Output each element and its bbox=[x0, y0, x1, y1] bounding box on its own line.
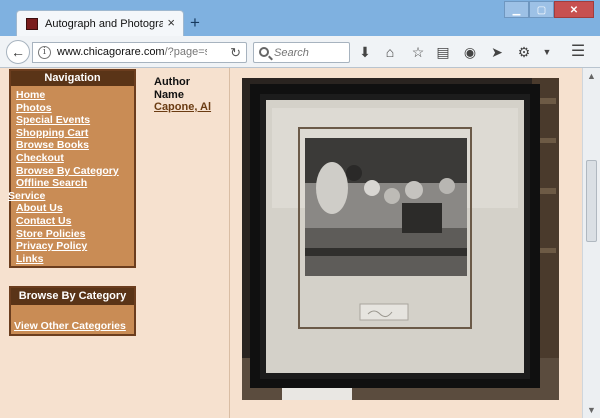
pocket-icon[interactable]: ◉ bbox=[461, 43, 479, 61]
author-info: Author Name Capone, Al bbox=[154, 76, 211, 114]
category-title: Browse By Category bbox=[11, 288, 134, 305]
column-divider bbox=[229, 68, 230, 418]
chevron-down-icon[interactable]: ▼ bbox=[538, 43, 556, 61]
browser-tab[interactable]: Autograph and Photograph × bbox=[16, 10, 184, 38]
nav-item-privacy-policy: Privacy Policy bbox=[16, 240, 134, 253]
nav-item-shopping-cart: Shopping Cart bbox=[16, 127, 134, 140]
tab-title: Autograph and Photograph bbox=[45, 18, 163, 30]
nav-link-home[interactable]: Home bbox=[16, 89, 45, 101]
nav-item-links: Links bbox=[16, 253, 134, 266]
nav-item-store-policies: Store Policies bbox=[16, 228, 134, 241]
clipboard-icon[interactable]: ▤ bbox=[434, 43, 452, 61]
page-content: Navigation Home Photos Special Events Sh… bbox=[0, 68, 582, 418]
name-label: Name bbox=[154, 88, 184, 101]
download-icon[interactable]: ⬇ bbox=[356, 43, 374, 61]
nav-item-browse-by-category: Browse By Category bbox=[16, 165, 134, 178]
category-box: Browse By Category View Other Categories bbox=[9, 286, 136, 336]
site-info-icon[interactable]: i bbox=[38, 46, 51, 59]
nav-link-special-events[interactable]: Special Events bbox=[16, 114, 90, 126]
search-input[interactable] bbox=[274, 45, 346, 60]
view-other-categories-link[interactable]: View Other Categories bbox=[14, 320, 126, 332]
author-label: Author bbox=[154, 76, 191, 88]
extension-icon[interactable]: ⚙ bbox=[515, 43, 533, 61]
search-icon bbox=[259, 47, 269, 57]
nav-item-checkout: Checkout bbox=[16, 152, 134, 165]
nav-link-about-us[interactable]: About Us bbox=[16, 202, 63, 214]
nav-item-service: Service bbox=[8, 190, 134, 203]
scroll-down-icon[interactable]: ▼ bbox=[587, 405, 596, 415]
author-name-link[interactable]: Capone, Al bbox=[154, 101, 211, 113]
nav-link-service[interactable]: Service bbox=[8, 190, 45, 202]
nav-link-contact-us[interactable]: Contact Us bbox=[16, 215, 71, 227]
nav-item-home: Home bbox=[16, 89, 134, 102]
address-bar[interactable]: i www.chicagorare.com/?page=sho ↻ bbox=[32, 42, 247, 63]
nav-link-shopping-cart[interactable]: Shopping Cart bbox=[16, 127, 88, 139]
nav-item-special-events: Special Events bbox=[16, 114, 134, 127]
nav-link-links[interactable]: Links bbox=[16, 253, 43, 265]
send-icon[interactable]: ➤ bbox=[488, 43, 506, 61]
star-icon[interactable]: ☆ bbox=[409, 43, 427, 61]
nav-item-contact-us: Contact Us bbox=[16, 215, 134, 228]
navigation-title: Navigation bbox=[11, 71, 134, 86]
close-window-button[interactable]: ✕ bbox=[554, 1, 594, 18]
browser-toolbar: ← i www.chicagorare.com/?page=sho ↻ ⬇ ⌂ … bbox=[0, 36, 600, 68]
hamburger-menu-icon[interactable]: ☰ bbox=[569, 43, 587, 61]
minimize-button[interactable]: ▁ bbox=[504, 1, 529, 18]
framed-photograph-image bbox=[242, 78, 559, 400]
window-controls: ▁ ▢ ✕ bbox=[504, 1, 594, 19]
url-domain: www.chicagorare.com bbox=[57, 46, 165, 58]
nav-item-about-us: About Us bbox=[16, 202, 134, 215]
url-path: /?page=sho bbox=[164, 46, 207, 58]
nav-item-offline-search: Offline Search bbox=[16, 177, 134, 190]
navigation-list: Home Photos Special Events Shopping Cart… bbox=[8, 86, 134, 266]
scroll-thumb[interactable] bbox=[586, 160, 597, 242]
url-text[interactable]: www.chicagorare.com/?page=sho bbox=[57, 46, 207, 58]
scroll-up-icon[interactable]: ▲ bbox=[587, 71, 596, 81]
nav-link-store-policies[interactable]: Store Policies bbox=[16, 228, 85, 240]
search-box[interactable] bbox=[253, 42, 350, 63]
maximize-button[interactable]: ▢ bbox=[529, 1, 554, 18]
nav-link-privacy-policy[interactable]: Privacy Policy bbox=[16, 240, 87, 252]
nav-item-browse-books: Browse Books bbox=[16, 139, 134, 152]
reload-icon[interactable]: ↻ bbox=[230, 45, 241, 60]
back-arrow-icon[interactable]: ← bbox=[6, 40, 30, 64]
nav-link-browse-by-category[interactable]: Browse By Category bbox=[16, 165, 119, 177]
tab-close-icon[interactable]: × bbox=[167, 16, 175, 30]
nav-item-photos: Photos bbox=[16, 102, 134, 115]
nav-link-browse-books[interactable]: Browse Books bbox=[16, 139, 89, 151]
navigation-box: Navigation Home Photos Special Events Sh… bbox=[8, 69, 136, 268]
home-icon[interactable]: ⌂ bbox=[381, 43, 399, 61]
nav-link-offline-search[interactable]: Offline Search bbox=[16, 177, 87, 189]
title-bar: Autograph and Photograph × + ▁ ▢ ✕ bbox=[0, 0, 600, 38]
product-photo bbox=[242, 78, 559, 400]
nav-link-photos[interactable]: Photos bbox=[16, 102, 52, 114]
nav-link-checkout[interactable]: Checkout bbox=[16, 152, 64, 164]
vertical-scrollbar[interactable]: ▲ ▼ bbox=[582, 68, 600, 418]
site-favicon-icon bbox=[26, 18, 38, 30]
new-tab-button[interactable]: + bbox=[190, 14, 200, 31]
